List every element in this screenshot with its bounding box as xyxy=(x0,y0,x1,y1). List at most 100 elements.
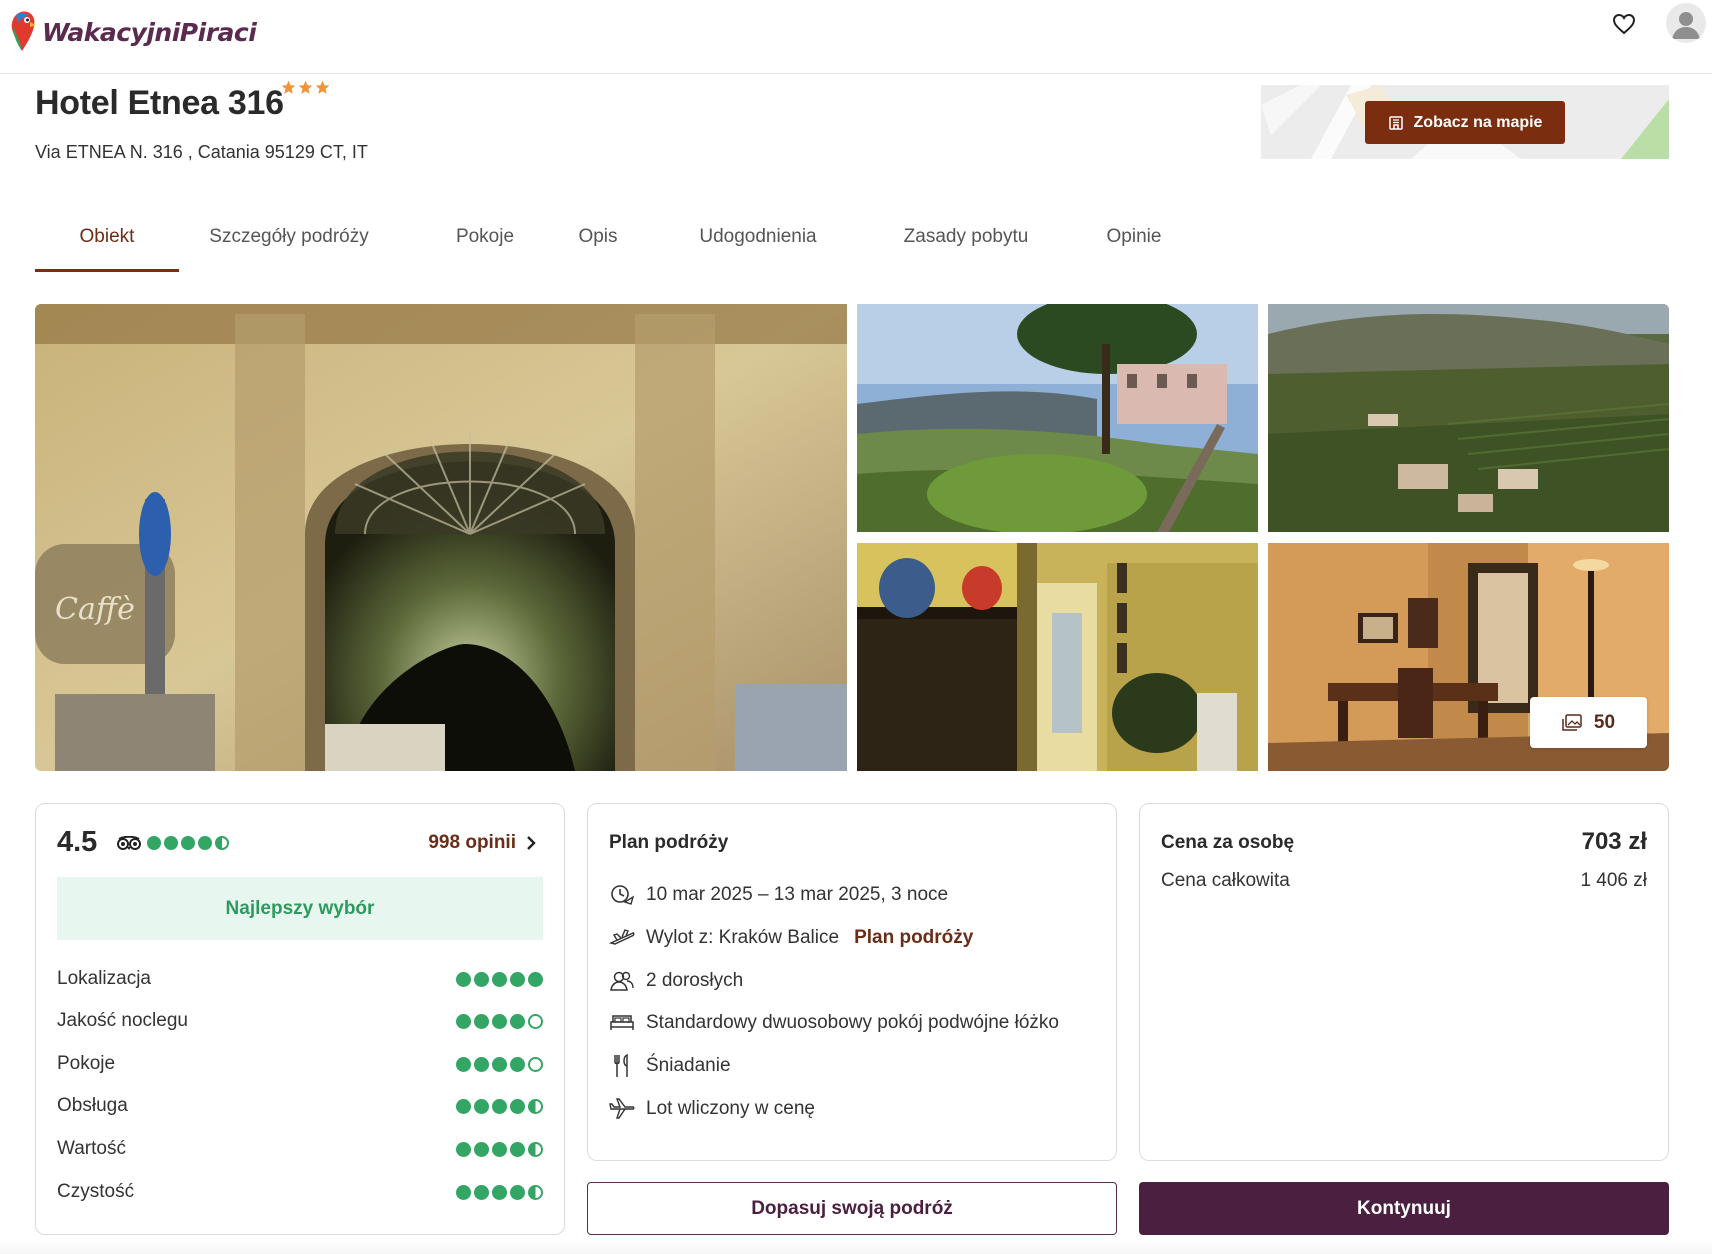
price-per-person-label: Cena za osobę xyxy=(1161,832,1295,853)
rating-bubbles xyxy=(456,971,543,987)
show-on-map-button[interactable]: Zobacz na mapie xyxy=(1365,101,1565,144)
rating-bubble-full xyxy=(474,971,489,987)
rating-label: Obsługa xyxy=(57,1095,128,1116)
rating-bubble-full xyxy=(474,1141,489,1157)
star-icon xyxy=(298,80,313,94)
rating-bubble-full xyxy=(510,1056,525,1072)
reviews-link[interactable]: 998 opinii xyxy=(428,832,536,854)
calendar-plane-icon xyxy=(611,885,635,905)
rating-bubble-half xyxy=(215,836,229,850)
tab-udogodnienia[interactable]: Udogodnienia xyxy=(683,212,833,272)
rating-bubble-half xyxy=(528,1184,543,1200)
rating-bubbles xyxy=(456,1184,543,1200)
price-per-person-value: 703 zł xyxy=(1581,828,1647,855)
rating-row-quality: Jakość noclegu xyxy=(57,1006,543,1036)
rating-bubble-full xyxy=(492,1141,507,1157)
plan-flight-text: Lot wliczony w cenę xyxy=(646,1098,815,1119)
tab-szczegoly-podrozy[interactable]: Szczegóły podróży xyxy=(179,212,399,272)
rating-bubble-full xyxy=(198,836,212,850)
logo-text: WakacyjniPiraci xyxy=(42,17,257,47)
tab-opinie[interactable]: Opinie xyxy=(1099,212,1169,272)
rating-bubble-full xyxy=(456,1013,471,1029)
rating-bubble-full xyxy=(510,1141,525,1157)
tab-opis[interactable]: Opis xyxy=(569,212,627,272)
rating-row-rooms: Pokoje xyxy=(57,1049,543,1079)
rating-bubble-full xyxy=(492,1056,507,1072)
rating-bubble-full xyxy=(492,971,507,987)
plan-details-link[interactable]: Plan podróży xyxy=(854,927,973,949)
plan-board-text: Śniadanie xyxy=(646,1055,731,1076)
adjust-trip-button[interactable]: Dopasuj swoją podróż xyxy=(587,1182,1117,1235)
rating-bubble-full xyxy=(164,836,178,850)
plan-room: Standardowy dwuosobowy pokój podwójne łó… xyxy=(609,1010,1059,1036)
plan-guests: 2 dorosłych xyxy=(609,968,743,994)
rating-bubble-full xyxy=(147,836,161,850)
rating-row-location: Lokalizacja xyxy=(57,964,543,994)
photo-garden-view[interactable] xyxy=(857,304,1258,532)
chevron-right-icon xyxy=(527,836,536,850)
tab-obiekt[interactable]: Obiekt xyxy=(35,212,179,272)
rating-bubbles xyxy=(456,1098,543,1114)
hotel-address: Via ETNEA N. 316 , Catania 95129 CT, IT xyxy=(35,142,368,162)
rating-label: Czystość xyxy=(57,1181,135,1202)
rating-bubble-full xyxy=(492,1098,507,1114)
tripadvisor-bubbles xyxy=(147,836,229,850)
user-avatar-icon[interactable] xyxy=(1666,3,1706,43)
plan-title: Plan podróży xyxy=(609,832,729,853)
bed-icon xyxy=(610,1015,634,1030)
rating-bubble-full xyxy=(181,836,195,850)
hotel-name: Hotel Etnea 316 xyxy=(35,84,284,122)
rating-label: Lokalizacja xyxy=(57,968,151,989)
total-price-label: Cena całkowita xyxy=(1161,870,1290,891)
tab-pokoje[interactable]: Pokoje xyxy=(441,212,529,272)
rating-bubble-empty xyxy=(528,1056,543,1072)
rating-bubble-full xyxy=(474,1013,489,1029)
rating-bubble-full xyxy=(456,1056,471,1072)
favorites-heart-icon[interactable] xyxy=(1610,10,1638,38)
tab-zasady-pobytu[interactable]: Zasady pobytu xyxy=(891,212,1041,272)
plan-departure-text: Wylot z: Kraków Balice xyxy=(646,927,840,948)
photo-aerial-vineyards[interactable] xyxy=(1268,304,1669,532)
rating-bubbles xyxy=(456,1141,543,1157)
rating-bubbles xyxy=(456,1056,543,1072)
trip-plan-card: Plan podróży 10 mar 2025 – 13 mar 2025, … xyxy=(587,803,1117,1161)
rating-bubble-full xyxy=(492,1013,507,1029)
rating-label: Pokoje xyxy=(57,1053,116,1074)
reviews-count: 998 opinii xyxy=(428,832,516,853)
rating-bubble-full xyxy=(474,1098,489,1114)
rating-bubble-full xyxy=(510,1098,525,1114)
people-icon xyxy=(610,971,634,991)
rating-card: 4.5 998 opinii Najlepszy wybór Lokalizac… xyxy=(35,803,565,1235)
rating-bubble-full xyxy=(456,1184,471,1200)
all-photos-button[interactable]: 50 xyxy=(1530,697,1647,748)
main-photo-entrance[interactable]: Caffè xyxy=(35,304,847,771)
total-price-value: 1 406 zł xyxy=(1580,870,1647,891)
rating-score: 4.5 xyxy=(57,826,98,858)
rating-bubble-full xyxy=(456,1098,471,1114)
photo-lobby-hallway[interactable] xyxy=(857,543,1258,771)
plan-board: Śniadanie xyxy=(609,1053,731,1079)
rating-bubble-full xyxy=(510,1184,525,1200)
best-choice-badge: Najlepszy wybór xyxy=(57,877,543,940)
plan-dates-text: 10 mar 2025 – 13 mar 2025, 3 noce xyxy=(646,884,949,905)
svg-text:Caffè: Caffè xyxy=(55,592,135,627)
rating-bubble-empty xyxy=(528,1013,543,1029)
building-icon xyxy=(1388,115,1403,130)
logo[interactable]: WakacyjniPiraci xyxy=(8,2,257,62)
star-icon xyxy=(281,80,296,94)
page-bottom-edge xyxy=(0,1238,1712,1254)
rating-bubbles xyxy=(456,1013,543,1029)
continue-button[interactable]: Kontynuuj xyxy=(1139,1182,1669,1235)
plane-takeoff-icon xyxy=(609,929,635,945)
rating-bubble-full xyxy=(474,1056,489,1072)
top-bar: WakacyjniPiraci xyxy=(0,0,1712,74)
photo-count-value: 50 xyxy=(1593,711,1616,733)
rating-bubble-full xyxy=(474,1184,489,1200)
map-button-label: Zobacz na mapie xyxy=(1413,113,1543,131)
photos-gallery-icon xyxy=(1562,713,1582,731)
hotel-star-rating xyxy=(281,80,330,95)
star-icon xyxy=(315,80,330,94)
cutlery-icon xyxy=(614,1053,628,1077)
parrot-logo-icon xyxy=(8,9,38,55)
rating-bubble-half xyxy=(528,1141,543,1157)
